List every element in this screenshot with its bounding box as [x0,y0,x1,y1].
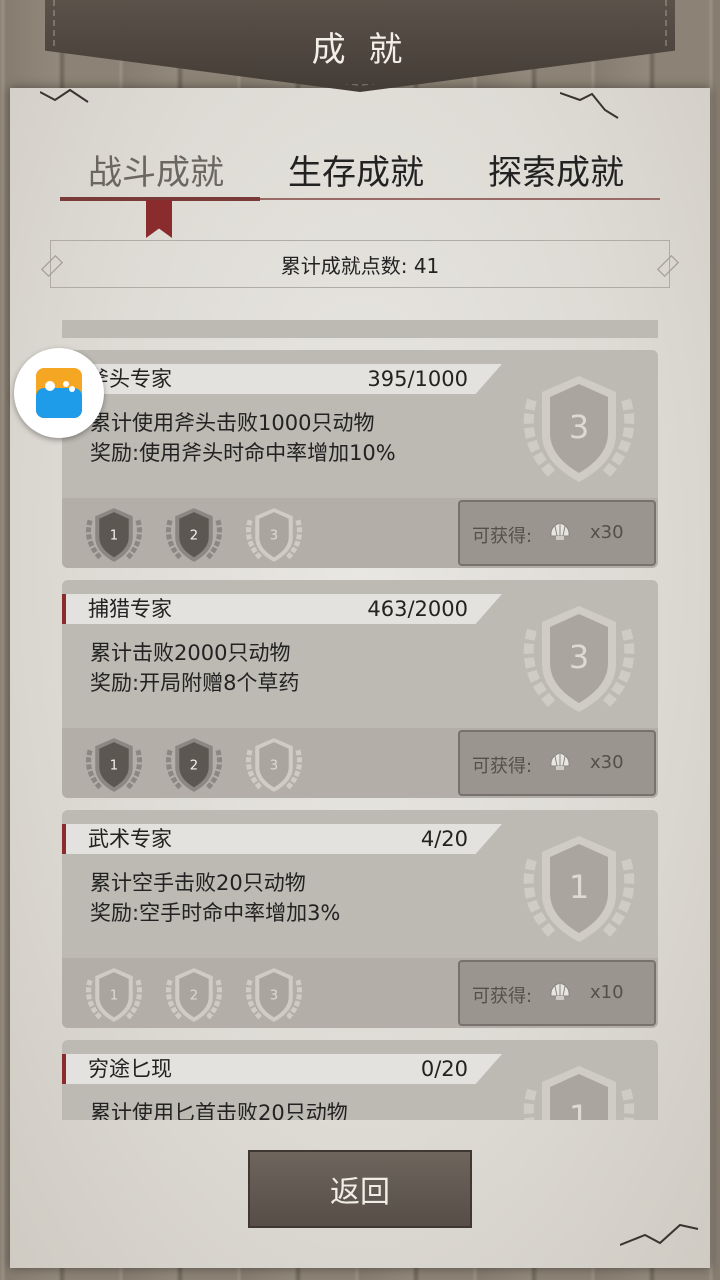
badge-level-number: 3 [270,759,278,774]
back-button[interactable]: 返回 [248,1150,472,1228]
claim-label: 可获得: [472,526,533,547]
badge-level-number: 1 [569,1098,589,1120]
achievement-name: 穷途匕现 [88,1057,172,1081]
achievement-progress: 4/20 [420,827,468,851]
laurel-shield-icon: 1 [523,1066,635,1120]
level-badge-small-icon: 1 [85,968,143,1022]
level-badge-small-icon: 2 [165,738,223,792]
tab-explore[interactable]: 探索成就 [488,145,624,194]
paper-crack-decoration [40,88,89,103]
achievement-description: 累计使用斧头击败1000只动物 [90,411,375,435]
badge-level-number: 3 [270,529,278,544]
badge-level-number: 3 [569,408,589,446]
tab-survival[interactable]: 生存成就 [288,145,424,194]
badge-level-number: 1 [569,868,589,906]
achievement-description: 累计击败2000只动物 [90,641,291,665]
page-title: 成 就 [311,30,409,70]
badge-level-number: 2 [190,759,198,774]
achievement-list[interactable]: 斧头专家 395/1000 累计使用斧头击败1000只动物 奖励:使用斧头时命中… [62,320,660,1120]
shell-icon [550,752,570,770]
level-badge-small-icon: 3 [245,968,303,1022]
achievement-reward: 奖励:空手时命中率增加3% [90,901,341,925]
achievement-progress: 395/1000 [367,367,468,391]
back-button-label: 返回 [330,1175,390,1210]
badge-level-number: 3 [270,989,278,1004]
claim-label: 可获得: [472,986,533,1007]
badge-level-number: 1 [110,529,118,544]
level-badge-small-icon: 3 [245,738,303,792]
tab-bar: 战斗成就 生存成就 探索成就 [60,145,660,205]
gamepad-icon [36,368,82,418]
claim-count: x30 [590,522,624,543]
achievement-card[interactable]: 捕猎专家 463/2000 累计击败2000只动物 奖励:开局附赠8个草药 3 … [62,580,658,798]
claim-reward-button[interactable]: 可获得: x30 [458,500,656,566]
title-banner: 成 就 [45,0,675,92]
achievement-description: 累计空手击败20只动物 [90,871,306,895]
floating-game-button[interactable] [14,348,104,438]
achievement-points-label: 累计成就点数: 41 [280,253,440,278]
achievement-card[interactable]: 斧头专家 395/1000 累计使用斧头击败1000只动物 奖励:使用斧头时命中… [62,350,658,568]
laurel-shield-icon: 3 [523,606,635,712]
shell-icon [550,982,570,1000]
laurel-shield-icon: 1 [523,836,635,942]
badge-level-number: 2 [190,989,198,1004]
level-badge-small-icon: 1 [85,508,143,562]
achievement-progress: 0/20 [420,1057,468,1081]
achievement-card[interactable]: 穷途匕现 0/20 累计使用匕首击败20只动物 1 1 2 3 可获得: [62,1040,658,1120]
claim-reward-button[interactable]: 可获得: x10 [458,960,656,1026]
claim-label: 可获得: [472,756,533,777]
laurel-shield-icon: 3 [523,376,635,482]
badge-level-number: 3 [569,638,589,676]
level-badge-small-icon: 3 [245,508,303,562]
achievement-name: 武术专家 [88,827,172,851]
achievement-progress: 463/2000 [367,597,468,621]
achievement-reward: 奖励:开局附赠8个草药 [90,671,300,695]
previous-card-edge [62,320,658,338]
achievement-reward: 奖励:使用斧头时命中率增加10% [90,441,396,465]
shell-icon [550,522,570,540]
badge-level-number: 1 [110,989,118,1004]
level-badge-small-icon: 2 [165,508,223,562]
achievement-description: 累计使用匕首击败20只动物 [90,1101,348,1120]
level-badge-small-icon: 1 [85,738,143,792]
claim-reward-button[interactable]: 可获得: x30 [458,730,656,796]
paper-crack-decoration [620,1223,699,1246]
badge-level-number: 1 [110,759,118,774]
tab-combat[interactable]: 战斗成就 [88,145,224,194]
claim-count: x10 [590,982,624,1003]
achievement-name: 捕猎专家 [88,597,172,621]
achievement-points-box: 累计成就点数: 41 [50,240,670,288]
claim-count: x30 [590,752,624,773]
achievement-card[interactable]: 武术专家 4/20 累计空手击败20只动物 奖励:空手时命中率增加3% 1 1 … [62,810,658,1028]
level-badge-small-icon: 2 [165,968,223,1022]
paper-crack-decoration [560,92,619,119]
badge-level-number: 2 [190,529,198,544]
